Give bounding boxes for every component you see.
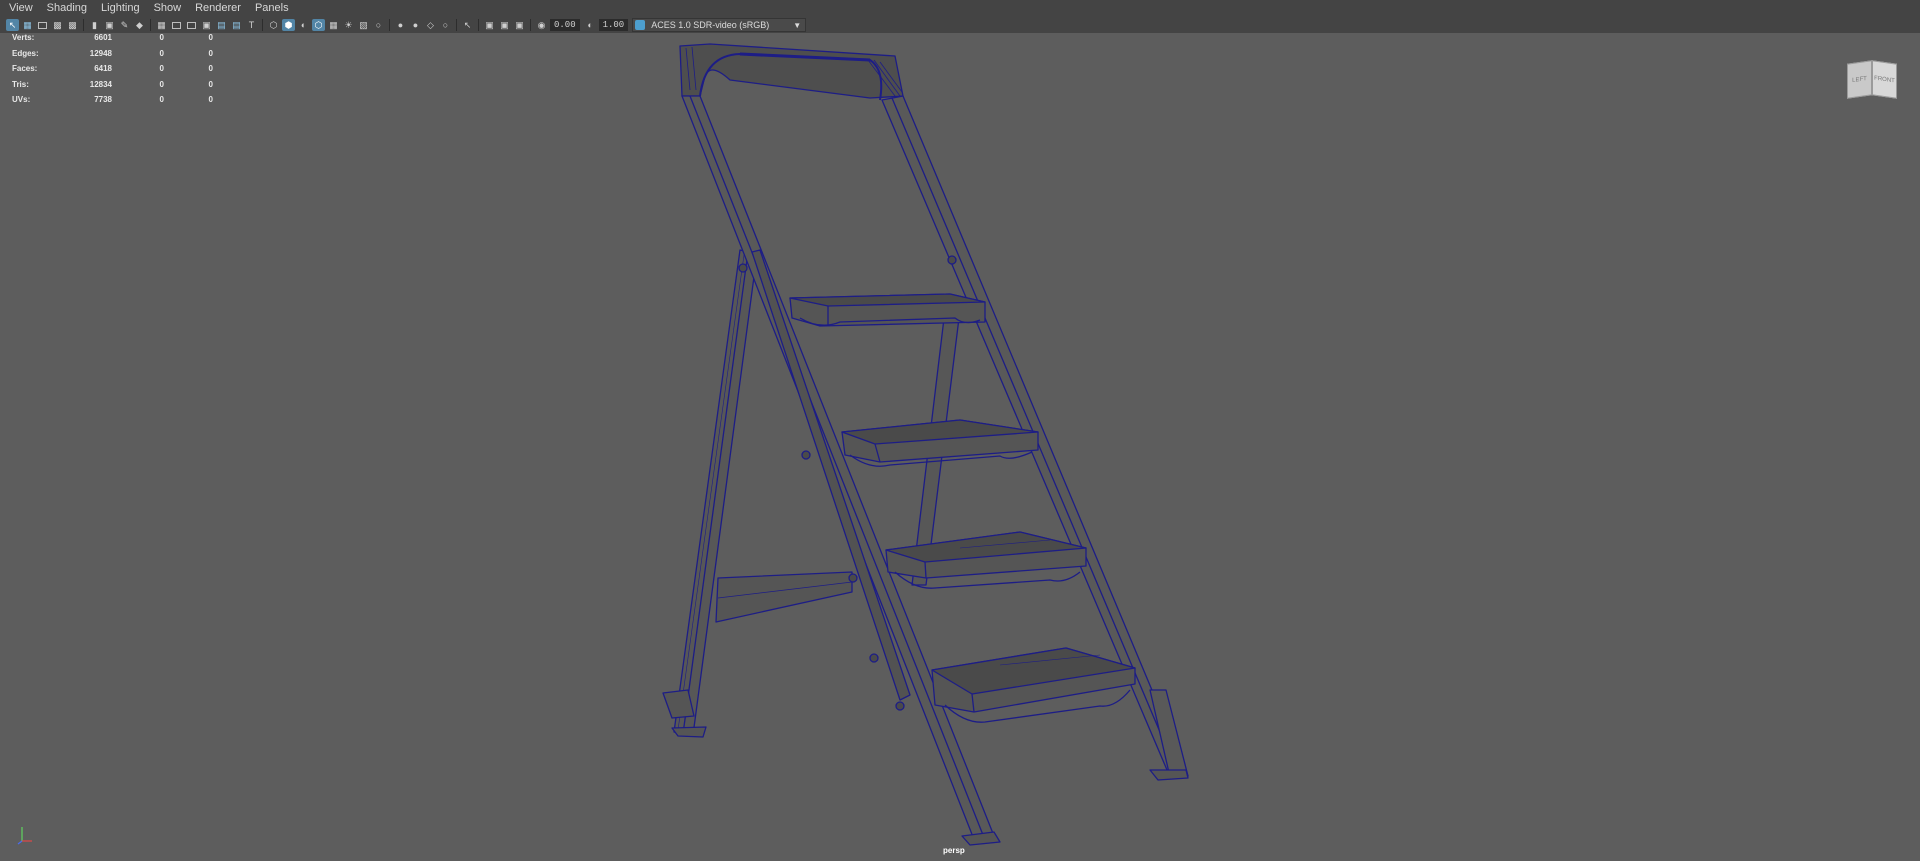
use-default-material-icon[interactable]: ◐ [297,19,310,31]
view-cube-front-face[interactable]: FRONT [1872,60,1897,99]
chevron-down-icon: ▼ [793,20,802,30]
camera-name-label: persp [943,846,965,855]
hud-value: 0 [159,33,164,42]
hud-value: 0 [208,48,213,58]
exposure-field[interactable]: 0.00 [550,19,580,31]
textured-icon[interactable]: ▦ [327,19,340,31]
menu-show[interactable]: Show [147,0,189,17]
toolbar-separator [262,19,263,31]
hud-label: UVs: [12,95,31,104]
hud-value: 7738 [94,95,112,104]
wireframe-icon[interactable]: ⬡ [267,19,280,31]
hud-value: 0 [159,79,164,89]
hud-value: 0 [159,95,164,104]
film-gate-icon[interactable] [170,19,183,31]
hud-label: Tris: [12,79,29,89]
hud-value: 0 [208,95,213,104]
hud-label: Verts: [12,33,35,42]
step-ladder-mesh[interactable] [662,43,1189,846]
panel-menu-bar: View Shading Lighting Show Renderer Pane… [0,0,1920,18]
menu-renderer[interactable]: Renderer [188,0,248,17]
menu-shading[interactable]: Shading [40,0,94,17]
isolate-select-icon[interactable]: ↖ [461,19,474,31]
axis-gizmo-icon [17,827,32,845]
hud-value: 0 [159,64,164,73]
hud-row: Verts: 6601 0 0 [12,33,213,49]
hud-label: Edges: [12,48,39,58]
field-chart-icon[interactable]: ▤ [215,19,228,31]
shadows-icon[interactable]: ▧ [357,19,370,31]
xray-joints-icon[interactable]: ▣ [483,19,496,31]
toolbar-separator [83,19,84,31]
color-management-icon[interactable] [635,20,646,30]
hud-row: UVs: 7738 0 0 [12,95,213,111]
xray-active-icon[interactable]: ▣ [498,19,511,31]
motion-blur-icon[interactable]: ● [394,19,407,31]
color-space-dropdown[interactable]: ACES 1.0 SDR-video (sRGB) ▼ [632,18,807,32]
toolbar-separator [530,19,531,31]
hud-value: 0 [208,64,213,73]
use-all-lights-icon[interactable]: ☀ [342,19,355,31]
bookmark-icon[interactable]: ◆ [133,19,146,31]
toolbar-separator [478,19,479,31]
gamma-field[interactable]: 1.00 [598,19,629,31]
menu-panels[interactable]: Panels [248,0,296,17]
color-space-label: ACES 1.0 SDR-video (sRGB) [651,20,770,30]
grease-pencil-icon[interactable]: ✎ [118,19,131,31]
depth-of-field-icon[interactable]: ◇ [424,19,437,31]
gamma-icon[interactable]: ◐ [584,19,597,31]
viewport-canvas[interactable] [0,0,1920,861]
view-cube[interactable]: LEFT FRONT [1845,58,1899,104]
hud-value: 0 [159,48,164,58]
safe-action-icon[interactable]: ▤ [230,19,243,31]
hud-label: Faces: [12,64,38,73]
hud-value: 6601 [94,33,112,42]
hud-row: Tris: 12834 0 0 [12,80,213,96]
view-cube-left-face[interactable]: LEFT [1847,60,1872,99]
menu-view[interactable]: View [0,0,40,17]
toolbar-separator [150,19,151,31]
bookmarks-icon[interactable] [36,19,49,31]
camera-icon[interactable]: ▮ [88,19,101,31]
panel-toolbar: ↖ ▦ ▩ ▩ ▮ ▣ ✎ ◆ ▦ ▣ ▤ ▤ T ⬡ ⬢ ◐ ⬡ ▦ ☀ ▧ … [0,17,1920,33]
hud-value: 12834 [89,79,112,89]
smooth-shade-icon[interactable]: ⬢ [282,19,295,31]
toolbar-separator [456,19,457,31]
backface-culling-icon[interactable]: ▣ [513,19,526,31]
hud-value: 0 [208,33,213,42]
menu-lighting[interactable]: Lighting [94,0,147,17]
ambient-occlusion-icon[interactable]: ○ [372,19,385,31]
image-plane-icon[interactable]: ▩ [66,19,79,31]
camera-attributes-icon[interactable]: ▩ [51,19,64,31]
lock-camera-icon[interactable]: ▦ [21,19,34,31]
wireframe-on-shaded-icon[interactable]: ⬡ [312,19,325,31]
hud-value: 6418 [94,64,112,73]
hud-value: 12948 [89,48,112,58]
2d-pan-zoom-icon[interactable]: ▣ [103,19,116,31]
resolution-gate-icon[interactable] [185,19,198,31]
exposure-icon[interactable]: ◉ [535,19,548,31]
safe-title-icon[interactable]: T [245,19,258,31]
anti-aliasing-icon[interactable]: ● [409,19,422,31]
xray-icon[interactable]: ○ [439,19,452,31]
hud-row: Faces: 6418 0 0 [12,64,213,80]
toolbar-separator [389,19,390,31]
select-camera-icon[interactable]: ↖ [6,19,19,31]
gate-mask-icon[interactable]: ▣ [200,19,213,31]
grid-icon[interactable]: ▦ [155,19,168,31]
hud-row: Edges: 12948 0 0 [12,49,213,65]
poly-count-hud: Verts: 6601 0 0 Edges: 12948 0 0 Faces: … [12,33,213,111]
hud-value: 0 [208,79,213,89]
